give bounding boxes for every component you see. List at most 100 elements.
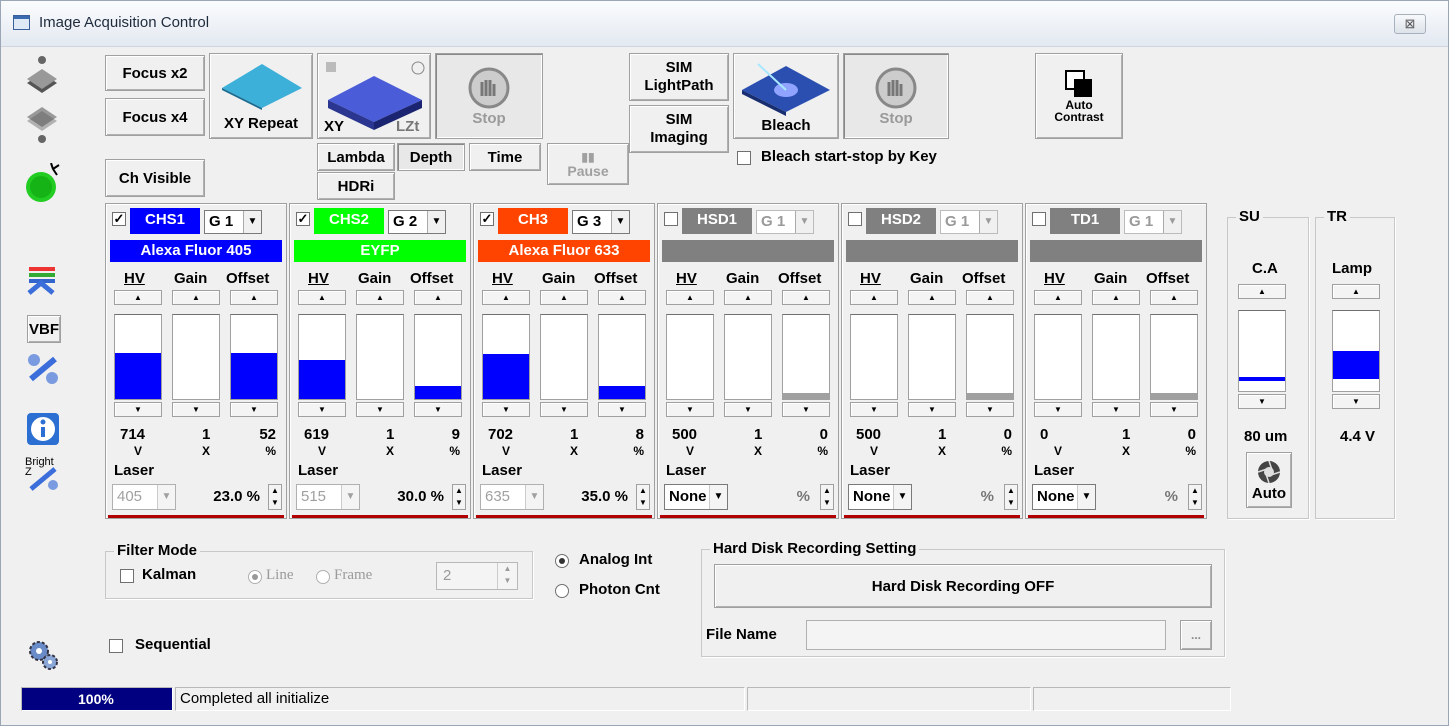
offset-up-button[interactable]: ▲ [230, 290, 278, 305]
offset-down-button[interactable]: ▼ [230, 402, 278, 417]
xy-repeat-button[interactable]: XY Repeat [209, 53, 313, 139]
hv-down-button[interactable]: ▼ [482, 402, 530, 417]
gain-up-button[interactable]: ▲ [540, 290, 588, 305]
z-down-icon[interactable] [25, 101, 59, 145]
hv-slider-track[interactable] [850, 314, 898, 400]
gain-slider-track[interactable] [356, 314, 404, 400]
laser-select[interactable]: None ▼ [664, 484, 728, 510]
offset-down-button[interactable]: ▼ [966, 402, 1014, 417]
auto-contrast-button[interactable]: Auto Contrast [1035, 53, 1123, 139]
offset-down-button[interactable]: ▼ [598, 402, 646, 417]
offset-up-button[interactable]: ▲ [966, 290, 1014, 305]
info-icon[interactable] [25, 411, 61, 447]
line-radio[interactable] [248, 570, 262, 584]
channel-enable-checkbox[interactable]: ✓ [112, 212, 126, 226]
gain-down-button[interactable]: ▼ [1092, 402, 1140, 417]
ch-visible-button[interactable]: Ch Visible [105, 159, 205, 197]
channel-enable-checkbox[interactable] [1032, 212, 1046, 226]
laser-power-spinner[interactable]: ▲ ▼ [1188, 484, 1202, 510]
channel-group-select[interactable]: G 1 ▼ [940, 210, 998, 234]
hv-slider-track[interactable] [298, 314, 346, 400]
hv-slider-track[interactable] [1034, 314, 1082, 400]
offset-slider-track[interactable] [966, 314, 1014, 400]
channel-group-select[interactable]: G 1 ▼ [1124, 210, 1182, 234]
laser-power-spinner[interactable]: ▲ ▼ [636, 484, 650, 510]
laser-select[interactable]: 405 ▼ [112, 484, 176, 510]
offset-up-button[interactable]: ▲ [782, 290, 830, 305]
ca-slider-track[interactable] [1238, 310, 1286, 392]
hv-slider-track[interactable] [114, 314, 162, 400]
auto-aperture-button[interactable]: Auto [1246, 452, 1292, 508]
hv-up-button[interactable]: ▲ [1034, 290, 1082, 305]
laser-power-spinner[interactable]: ▲ ▼ [452, 484, 466, 510]
hv-up-button[interactable]: ▲ [850, 290, 898, 305]
laser-power-spinner[interactable]: ▲ ▼ [268, 484, 282, 510]
channel-name[interactable]: HSD1 [682, 208, 752, 234]
stop-scan-button[interactable]: Stop [435, 53, 543, 139]
hv-up-button[interactable]: ▲ [114, 290, 162, 305]
gain-up-button[interactable]: ▲ [724, 290, 772, 305]
hv-down-button[interactable]: ▼ [114, 402, 162, 417]
ca-down-button[interactable]: ▼ [1238, 394, 1286, 409]
frame-count-spinner[interactable]: ▲ ▼ [497, 563, 517, 589]
channel-name[interactable]: CHS2 [314, 208, 384, 234]
offset-up-button[interactable]: ▲ [414, 290, 462, 305]
hdri-button[interactable]: HDRi [317, 172, 395, 200]
kalman-checkbox[interactable] [120, 569, 134, 583]
offset-down-button[interactable]: ▼ [414, 402, 462, 417]
lightpath-icon[interactable] [25, 263, 61, 299]
offset-slider-track[interactable] [1150, 314, 1198, 400]
channel-name[interactable]: CHS1 [130, 208, 200, 234]
browse-button[interactable]: ... [1180, 620, 1212, 650]
hdd-recording-button[interactable]: Hard Disk Recording OFF [714, 564, 1212, 608]
offset-slider-track[interactable] [414, 314, 462, 400]
channel-name[interactable]: HSD2 [866, 208, 936, 234]
z-up-icon[interactable] [25, 55, 59, 99]
gain-slider-track[interactable] [908, 314, 956, 400]
analog-int-radio[interactable] [555, 554, 569, 568]
gain-down-button[interactable]: ▼ [356, 402, 404, 417]
laser-select[interactable]: None ▼ [1032, 484, 1096, 510]
gain-down-button[interactable]: ▼ [540, 402, 588, 417]
offset-slider-track[interactable] [598, 314, 646, 400]
frame-count-input[interactable]: 2 ▲ ▼ [436, 562, 518, 590]
hv-slider-track[interactable] [666, 314, 714, 400]
offset-up-button[interactable]: ▲ [598, 290, 646, 305]
channel-group-select[interactable]: G 1 ▼ [204, 210, 262, 234]
gain-slider-track[interactable] [540, 314, 588, 400]
close-button[interactable]: ⊠ [1394, 14, 1426, 34]
focus-x2-button[interactable]: Focus x2 [105, 55, 205, 91]
settings-gear-icon[interactable] [25, 637, 61, 673]
depth-button[interactable]: Depth [397, 143, 465, 171]
sim-lightpath-button[interactable]: SIM LightPath [629, 53, 729, 101]
sim-imaging-button[interactable]: SIM Imaging [629, 105, 729, 153]
gain-up-button[interactable]: ▲ [908, 290, 956, 305]
vbf-button[interactable]: VBF [27, 315, 61, 343]
hv-down-button[interactable]: ▼ [298, 402, 346, 417]
channel-enable-checkbox[interactable] [664, 212, 678, 226]
ca-up-button[interactable]: ▲ [1238, 284, 1286, 299]
stop-bleach-button[interactable]: Stop [843, 53, 949, 139]
offset-down-button[interactable]: ▼ [782, 402, 830, 417]
bleach-by-key-checkbox[interactable] [737, 151, 751, 165]
gain-down-button[interactable]: ▼ [724, 402, 772, 417]
xy-scan-button[interactable]: XY LZt [317, 53, 431, 139]
channel-enable-checkbox[interactable]: ✓ [296, 212, 310, 226]
lambda-button[interactable]: Lambda [317, 143, 395, 171]
gain-slider-track[interactable] [1092, 314, 1140, 400]
gain-down-button[interactable]: ▼ [172, 402, 220, 417]
gain-up-button[interactable]: ▲ [356, 290, 404, 305]
offset-slider-track[interactable] [230, 314, 278, 400]
laser-select[interactable]: 635 ▼ [480, 484, 544, 510]
time-button[interactable]: Time [469, 143, 541, 171]
hv-up-button[interactable]: ▲ [482, 290, 530, 305]
offset-up-button[interactable]: ▲ [1150, 290, 1198, 305]
hv-down-button[interactable]: ▼ [666, 402, 714, 417]
hv-up-button[interactable]: ▲ [666, 290, 714, 305]
frame-radio[interactable] [316, 570, 330, 584]
gain-up-button[interactable]: ▲ [1092, 290, 1140, 305]
channel-enable-checkbox[interactable]: ✓ [480, 212, 494, 226]
laser-spot-icon[interactable] [23, 163, 63, 205]
sequential-checkbox[interactable] [109, 639, 123, 653]
focus-x4-button[interactable]: Focus x4 [105, 98, 205, 136]
